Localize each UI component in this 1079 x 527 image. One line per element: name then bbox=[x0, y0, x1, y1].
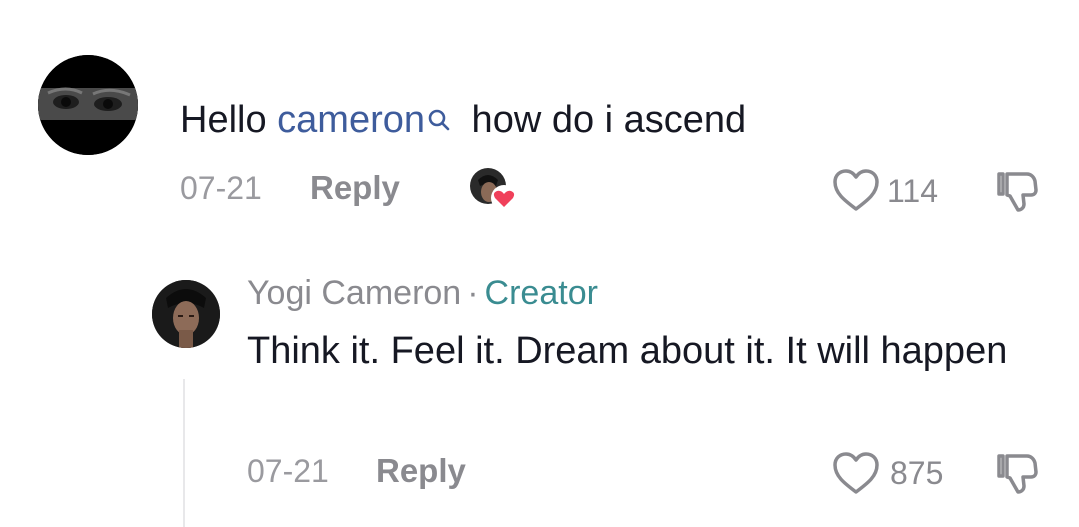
reply-author-name[interactable]: Yogi Cameron bbox=[247, 274, 461, 312]
mention-link[interactable]: cameron bbox=[277, 99, 425, 141]
comment-text: Hello cameron how do i ascend bbox=[180, 97, 746, 143]
reply-text: Think it. Feel it. Dream about it. It wi… bbox=[247, 330, 1008, 372]
comment-date: 07-21 bbox=[180, 170, 262, 206]
heart-outline-icon[interactable] bbox=[832, 168, 880, 212]
comment-prefix: Hello bbox=[180, 99, 278, 141]
search-icon[interactable] bbox=[427, 97, 451, 143]
reply-reply-button[interactable]: Reply bbox=[376, 452, 466, 490]
thumbs-down-icon[interactable] bbox=[994, 168, 1040, 214]
reply-button[interactable]: Reply bbox=[310, 169, 400, 207]
reply-like-count: 875 bbox=[890, 455, 944, 491]
thumbs-down-icon[interactable] bbox=[994, 450, 1040, 496]
heart-filled-icon bbox=[491, 185, 517, 211]
reply-date: 07-21 bbox=[247, 453, 329, 489]
creator-avatar[interactable] bbox=[152, 280, 220, 348]
creator-badge: Creator bbox=[484, 274, 598, 312]
separator-dot: · bbox=[467, 274, 479, 312]
creator-liked-indicator bbox=[468, 166, 518, 212]
heart-outline-icon[interactable] bbox=[832, 451, 880, 495]
like-count: 114 bbox=[887, 173, 939, 209]
reply-author-line: Yogi Cameron · Creator bbox=[247, 273, 598, 313]
commenter-avatar[interactable] bbox=[38, 55, 138, 155]
comment-suffix: how do i ascend bbox=[461, 99, 747, 141]
thread-line bbox=[183, 379, 185, 527]
